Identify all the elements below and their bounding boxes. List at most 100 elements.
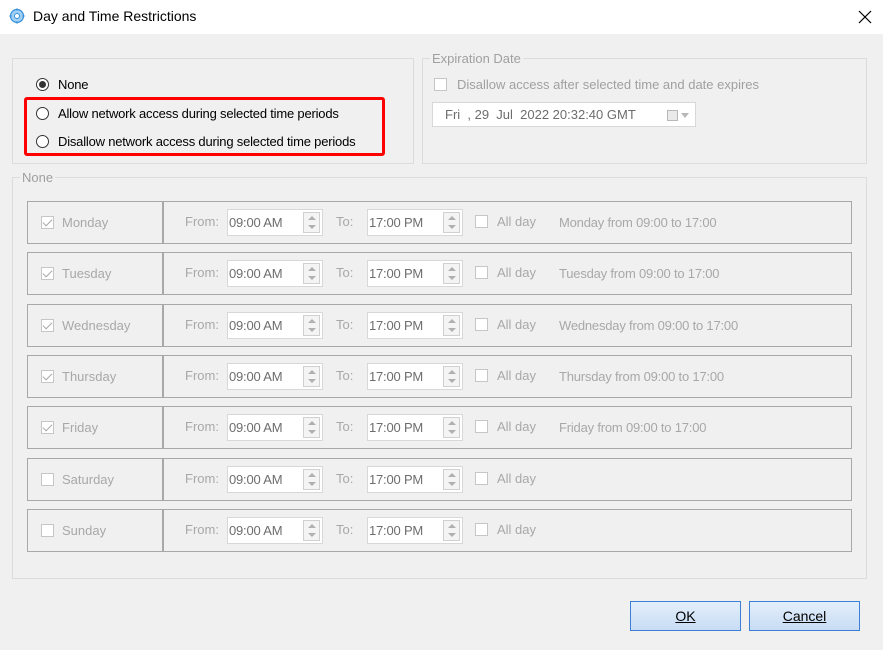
cancel-button[interactable]: Cancel — [749, 601, 860, 631]
day-row-sunday: Sunday From: 09:00 AM To: 17:00 PM All day — [27, 509, 852, 552]
to-time-input[interactable]: 17:00 PM — [367, 260, 463, 287]
all-day-option[interactable]: All day — [475, 317, 536, 332]
to-label: To: — [336, 522, 354, 537]
spin-up-icon — [308, 267, 316, 271]
expiration-checkbox[interactable] — [434, 77, 447, 91]
day-checkbox[interactable] — [41, 370, 54, 383]
gear-icon — [9, 8, 25, 24]
from-time-value: 09:00 AM — [229, 215, 283, 230]
day-checkbox[interactable] — [41, 524, 54, 537]
day-summary: Wednesday from 09:00 to 17:00 — [559, 318, 738, 333]
ok-button[interactable]: OK — [630, 601, 741, 631]
radio-none[interactable]: None — [36, 74, 88, 94]
to-label: To: — [336, 214, 354, 229]
to-time-value: 17:00 PM — [369, 472, 424, 487]
from-time-input[interactable]: 09:00 AM — [227, 414, 323, 441]
radio-button[interactable] — [36, 77, 49, 91]
all-day-checkbox[interactable] — [475, 215, 488, 228]
day-checkbox-cell[interactable]: Thursday — [28, 356, 164, 397]
all-day-option[interactable]: All day — [475, 522, 536, 537]
schedule-legend: None — [20, 170, 56, 185]
day-name: Thursday — [62, 369, 117, 384]
to-time-spinner[interactable] — [443, 366, 460, 387]
from-label: From: — [185, 419, 219, 434]
to-time-spinner[interactable] — [443, 469, 460, 490]
all-day-option[interactable]: All day — [475, 471, 536, 486]
day-name: Tuesday — [62, 266, 112, 281]
to-label: To: — [336, 265, 354, 280]
day-row-wednesday: Wednesday From: 09:00 AM To: 17:00 PM All day… — [27, 304, 852, 347]
spin-up-icon — [448, 267, 456, 271]
day-checkbox[interactable] — [41, 319, 54, 332]
all-day-option[interactable]: All day — [475, 419, 536, 434]
day-checkbox-cell[interactable]: Wednesday — [28, 305, 164, 346]
all-day-checkbox[interactable] — [475, 318, 488, 331]
calendar-icon — [667, 109, 678, 121]
spin-up-icon — [308, 421, 316, 425]
expiration-checkbox-row[interactable]: Disallow access after selected time and … — [434, 75, 759, 93]
day-name: Sunday — [62, 523, 107, 538]
day-checkbox-cell[interactable]: Monday — [28, 202, 164, 243]
day-checkbox-cell[interactable]: Sunday — [28, 510, 164, 551]
chevron-down-icon — [681, 112, 689, 118]
to-time-input[interactable]: 17:00 PM — [367, 209, 463, 236]
day-checkbox[interactable] — [41, 421, 54, 434]
from-time-spinner[interactable] — [303, 366, 320, 387]
close-button[interactable] — [846, 0, 883, 34]
window-title: Day and Time Restrictions — [33, 8, 197, 24]
from-time-input[interactable]: 09:00 AM — [227, 312, 323, 339]
all-day-checkbox[interactable] — [475, 472, 488, 485]
from-time-input[interactable]: 09:00 AM — [227, 466, 323, 493]
spin-up-icon — [448, 319, 456, 323]
all-day-checkbox[interactable] — [475, 523, 488, 536]
spin-down-icon — [448, 533, 456, 537]
from-time-spinner[interactable] — [303, 263, 320, 284]
from-time-input[interactable]: 09:00 AM — [227, 517, 323, 544]
to-time-value: 17:00 PM — [369, 318, 424, 333]
from-time-spinner[interactable] — [303, 315, 320, 336]
day-checkbox[interactable] — [41, 216, 54, 229]
from-time-value: 09:00 AM — [229, 369, 283, 384]
to-time-input[interactable]: 17:00 PM — [367, 363, 463, 390]
to-time-input[interactable]: 17:00 PM — [367, 466, 463, 493]
to-time-spinner[interactable] — [443, 263, 460, 284]
from-time-spinner[interactable] — [303, 212, 320, 233]
all-day-label: All day — [497, 471, 537, 486]
from-time-input[interactable]: 09:00 AM — [227, 260, 323, 287]
calendar-dropdown-button[interactable] — [667, 108, 689, 122]
from-time-value: 09:00 AM — [229, 472, 283, 487]
day-checkbox[interactable] — [41, 267, 54, 280]
spin-down-icon — [308, 482, 316, 486]
day-checkbox-cell[interactable]: Saturday — [28, 459, 164, 500]
all-day-checkbox[interactable] — [475, 420, 488, 433]
to-time-input[interactable]: 17:00 PM — [367, 414, 463, 441]
ok-button-label: OK — [675, 608, 696, 624]
from-label: From: — [185, 471, 219, 486]
all-day-checkbox[interactable] — [475, 369, 488, 382]
from-time-spinner[interactable] — [303, 469, 320, 490]
to-time-spinner[interactable] — [443, 417, 460, 438]
expiration-date-picker[interactable]: Fri , 29 Jul 2022 20:32:40 GMT — [432, 102, 696, 127]
to-time-spinner[interactable] — [443, 520, 460, 541]
to-time-spinner[interactable] — [443, 212, 460, 233]
highlight-annotation — [24, 97, 385, 156]
all-day-option[interactable]: All day — [475, 214, 536, 229]
all-day-option[interactable]: All day — [475, 265, 536, 280]
title-bar: Day and Time Restrictions — [0, 0, 883, 34]
from-time-input[interactable]: 09:00 AM — [227, 363, 323, 390]
to-time-input[interactable]: 17:00 PM — [367, 312, 463, 339]
from-time-input[interactable]: 09:00 AM — [227, 209, 323, 236]
day-checkbox-cell[interactable]: Tuesday — [28, 253, 164, 294]
all-day-option[interactable]: All day — [475, 368, 536, 383]
to-time-input[interactable]: 17:00 PM — [367, 517, 463, 544]
spin-up-icon — [308, 216, 316, 220]
spin-down-icon — [308, 379, 316, 383]
day-checkbox[interactable] — [41, 473, 54, 486]
from-time-spinner[interactable] — [303, 520, 320, 541]
all-day-checkbox[interactable] — [475, 266, 488, 279]
all-day-label: All day — [497, 265, 537, 280]
from-time-spinner[interactable] — [303, 417, 320, 438]
to-time-spinner[interactable] — [443, 315, 460, 336]
all-day-label: All day — [497, 368, 537, 383]
day-checkbox-cell[interactable]: Friday — [28, 407, 164, 448]
